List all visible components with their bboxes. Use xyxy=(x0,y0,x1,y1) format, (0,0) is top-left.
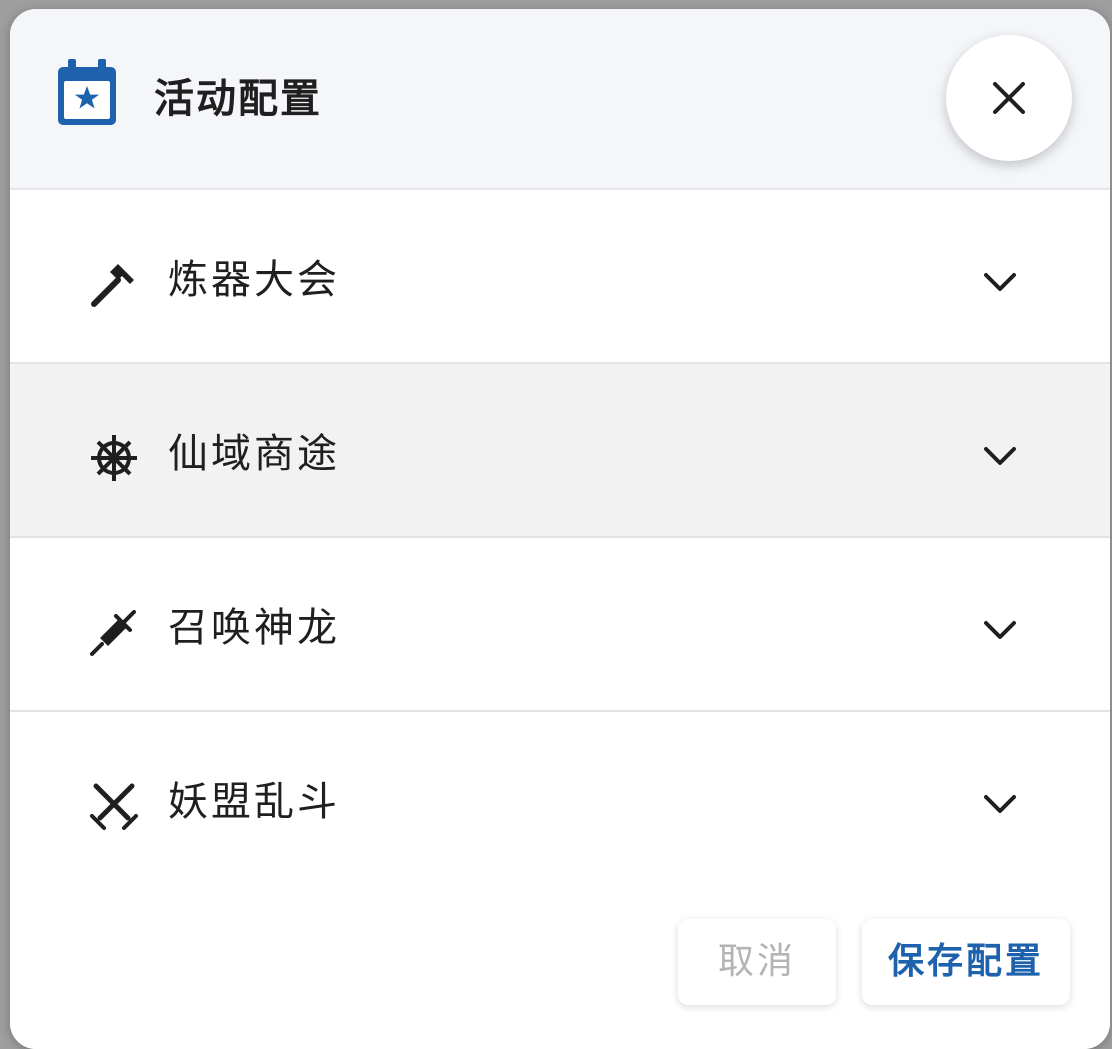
section-label: 召唤神龙 xyxy=(168,605,340,651)
close-icon xyxy=(993,82,1025,114)
section-label: 仙域商途 xyxy=(168,431,340,477)
activity-config-dialog: 活动配置 炼器大会 仙域商途 召唤神龙 妖盟乱斗 取消 保存配置 xyxy=(10,9,1110,1049)
chevron-down-icon xyxy=(984,795,1016,813)
section-demon-alliance-brawl[interactable]: 妖盟乱斗 xyxy=(10,712,1110,884)
section-summon-dragon[interactable]: 召唤神龙 xyxy=(10,538,1110,712)
calendar-star-icon xyxy=(58,59,116,125)
section-label: 炼器大会 xyxy=(168,257,340,303)
ship-wheel-icon xyxy=(91,435,137,481)
section-forging-conference[interactable]: 炼器大会 xyxy=(10,190,1110,364)
chevron-down-icon xyxy=(984,447,1016,465)
section-label: 妖盟乱斗 xyxy=(168,779,340,825)
hammer-icon xyxy=(91,264,134,307)
chevron-down-icon xyxy=(984,273,1016,291)
chevron-down-icon xyxy=(984,621,1016,639)
dialog-title: 活动配置 xyxy=(154,76,322,122)
dialog-header: 活动配置 xyxy=(10,9,1110,190)
dialog-footer: 取消 保存配置 xyxy=(10,877,1110,1049)
cancel-button[interactable]: 取消 xyxy=(678,919,836,1005)
crossed-swords-icon xyxy=(90,783,138,830)
syringe-icon xyxy=(90,610,136,656)
save-config-button[interactable]: 保存配置 xyxy=(862,919,1070,1005)
section-immortal-trade-route[interactable]: 仙域商途 xyxy=(10,364,1110,538)
close-button[interactable] xyxy=(946,35,1072,161)
